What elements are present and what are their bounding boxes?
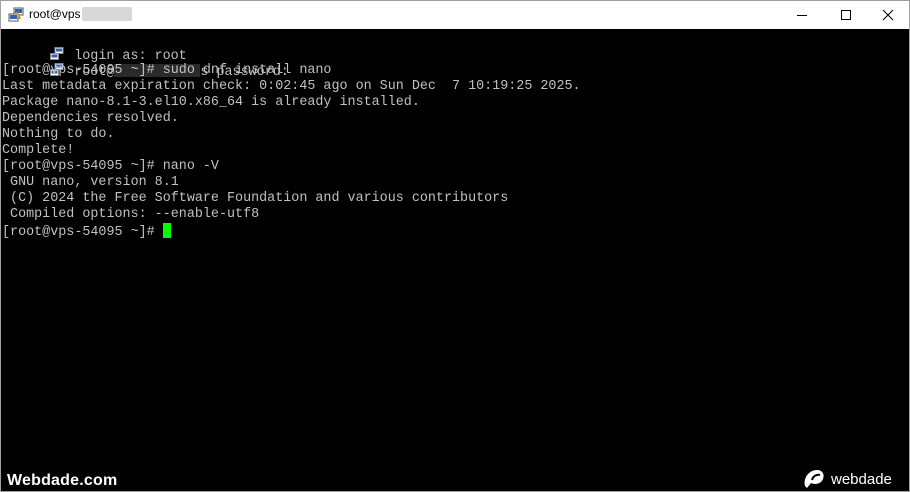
title-bar[interactable]: root@vps — [1, 1, 909, 29]
close-icon — [882, 9, 894, 21]
terminal-line: login as: root — [2, 31, 187, 64]
putty-app-icon[interactable] — [8, 7, 24, 23]
terminal-prompt: [root@vps-54095 ~]# — [2, 225, 155, 240]
terminal-line: (C) 2024 the Free Software Foundation an… — [2, 191, 509, 206]
watermark-right: webdade — [801, 466, 901, 492]
window-title-text: root@vps — [29, 7, 81, 21]
watermark-right-text: webdade — [831, 471, 892, 488]
terminal-cursor — [162, 223, 171, 238]
window-title: root@vps — [29, 7, 132, 21]
terminal-line: [root@vps-54095 ~]# nano -V — [2, 159, 219, 174]
watermark-left: Webdade.com — [7, 472, 118, 489]
title-redaction — [81, 7, 132, 21]
webdade-logo-icon — [804, 470, 824, 488]
terminal-screen[interactable]: login as: root root@ s password: [root@vp… — [1, 29, 909, 491]
terminal-line: Compiled options: --enable-utf8 — [2, 207, 260, 222]
terminal-line: Complete! — [2, 143, 75, 158]
terminal-line: Nothing to do. — [2, 127, 115, 142]
maximize-button[interactable] — [823, 1, 869, 29]
terminal-line: root@ s password: — [2, 47, 289, 80]
terminal-line: Package nano-8.1-3.el10.x86_64 is alread… — [2, 95, 420, 110]
maximize-icon — [841, 10, 851, 20]
terminal-line: Dependencies resolved. — [2, 111, 179, 126]
minimize-icon — [797, 15, 807, 16]
terminal-line: Last metadata expiration check: 0:02:45 … — [2, 79, 581, 94]
terminal-line: [root@vps-54095 ~]# sudo dnf install nan… — [2, 63, 332, 78]
minimize-button[interactable] — [779, 1, 825, 29]
terminal-prompt-line: [root@vps-54095 ~]# — [2, 223, 171, 240]
terminal-line: GNU nano, version 8.1 — [2, 175, 179, 190]
putty-window: root@vps login as: root root@ s password… — [0, 0, 910, 492]
close-button[interactable] — [865, 1, 910, 29]
